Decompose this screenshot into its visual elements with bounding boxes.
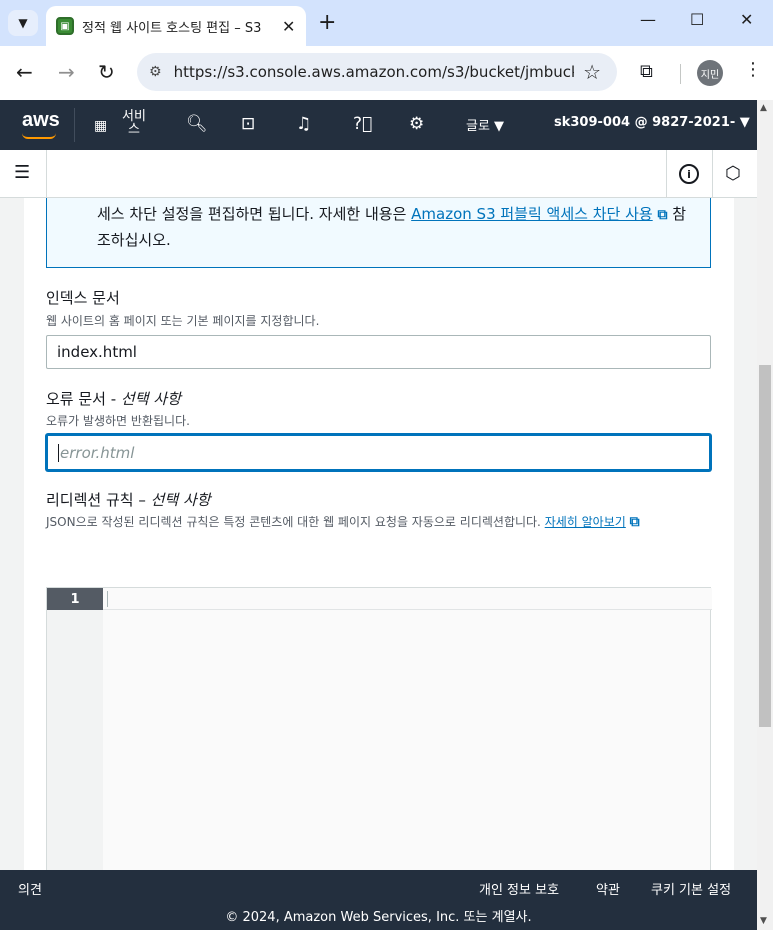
cloudshell-icon[interactable]: ⊡ [241, 114, 255, 134]
index-document-input[interactable]: index.html [46, 335, 711, 369]
header-divider [74, 108, 75, 142]
hexagon-settings-icon[interactable]: ⬡ [725, 163, 741, 184]
site-info-icon[interactable]: ⚙ [149, 64, 162, 80]
feedback-link[interactable]: 의견 [18, 879, 42, 898]
index-document-value: index.html [57, 343, 137, 361]
error-document-description: 오류가 발생하면 반환됩니다. [46, 414, 190, 428]
bookmark-star-icon[interactable]: ☆ [583, 60, 601, 84]
text-caret [58, 443, 59, 462]
tab-title: 정적 웹 사이트 호스팅 편집 – S3 [82, 20, 262, 36]
settings-gear-icon[interactable]: ⚙ [409, 114, 424, 134]
back-arrow-icon[interactable]: ← [16, 60, 33, 84]
index-document-label: 인덱스 문서 [46, 289, 120, 307]
browser-toolbar: ← → ↻ ⚙ https://s3.console.aws.amazon.co… [0, 46, 773, 100]
maximize-icon[interactable]: ☐ [690, 10, 704, 29]
subheader-divider [46, 150, 47, 198]
new-tab-plus-icon[interactable]: + [318, 10, 336, 35]
editor-caret [107, 591, 108, 607]
scroll-down-arrow-icon[interactable]: ▼ [760, 916, 767, 926]
browser-tabstrip: ▼ ▣ 정적 웹 사이트 호스팅 편집 – S3 ✕ + — ☐ ✕ [0, 0, 773, 46]
browser-tab-active[interactable]: ▣ 정적 웹 사이트 호스팅 편집 – S3 ✕ [46, 6, 306, 46]
region-selector[interactable]: 글로 ▼ [466, 115, 504, 134]
editor-line-number: 1 [47, 588, 103, 610]
aws-logo[interactable]: aws [22, 109, 60, 132]
editor-active-line[interactable] [103, 588, 712, 610]
error-document-placeholder: error.html [60, 443, 135, 462]
console-footer: 의견 개인 정보 보호 약관 쿠키 기본 설정 © 2024, Amazon W… [0, 870, 757, 930]
block-public-access-link[interactable]: Amazon S3 퍼블릭 액세스 차단 사용 [411, 205, 653, 223]
services-grid-icon[interactable]: ▦ [94, 118, 107, 134]
redirect-rules-code-editor[interactable]: 1 [46, 587, 712, 870]
aws-console-header: aws ▦ 서비스 🔍︎ ⊡ ♫︎ ?⃝ ⚙ 글로 ▼ sk309-004 @ … [0, 100, 757, 150]
page-scrollbar[interactable]: ▲ ▼ [757, 100, 773, 930]
console-subheader: ☰ i ⬡ [0, 150, 757, 198]
editor-gutter [47, 588, 103, 870]
subheader-divider [666, 150, 667, 198]
redirect-rules-label: 리디렉션 규칙 – 선택 사항 [46, 491, 211, 509]
external-link-icon[interactable]: ⧉ [657, 207, 667, 223]
alert-text: 세스 차단 설정을 편집하면 됩니다. 자세한 내용은 Amazon S3 퍼블… [97, 205, 687, 249]
scrollbar-thumb[interactable] [759, 365, 771, 727]
aws-logo-smile-icon [22, 133, 56, 139]
main-content: 세스 차단 설정을 편집하면 됩니다. 자세한 내용은 Amazon S3 퍼블… [24, 198, 734, 870]
info-alert: 세스 차단 설정을 편집하면 됩니다. 자세한 내용은 Amazon S3 퍼블… [46, 198, 711, 268]
error-document-label: 오류 문서 - 선택 사항 [46, 390, 181, 408]
info-icon[interactable]: i [679, 164, 699, 184]
services-menu-label[interactable]: 서비스 [121, 110, 147, 136]
browser-menu-icon[interactable]: ⋮ [744, 59, 762, 80]
external-link-icon[interactable]: ⧉ [630, 514, 640, 530]
profile-avatar[interactable]: 지민 [697, 60, 723, 86]
redirect-rules-description: JSON으로 작성된 리디렉션 규칙은 특정 콘텐츠에 대한 웹 페이지 요청을… [46, 514, 640, 530]
index-document-description: 웹 사이트의 홈 페이지 또는 기본 페이지를 지정합니다. [46, 314, 320, 328]
subheader-divider [712, 150, 713, 198]
forward-arrow-icon[interactable]: → [58, 60, 75, 84]
privacy-link[interactable]: 개인 정보 보호 [479, 879, 559, 898]
url-text: https://s3.console.aws.amazon.com/s3/buc… [173, 63, 574, 81]
error-document-input[interactable]: error.html [46, 434, 711, 471]
address-bar[interactable]: ⚙ https://s3.console.aws.amazon.com/s3/b… [137, 53, 617, 91]
cookie-preferences-link[interactable]: 쿠키 기본 설정 [651, 879, 731, 898]
window-close-icon[interactable]: ✕ [740, 10, 753, 29]
learn-more-link[interactable]: 자세히 알아보기 [545, 515, 626, 529]
minimize-icon[interactable]: — [640, 10, 656, 29]
toolbar-divider [680, 64, 681, 84]
reload-icon[interactable]: ↻ [98, 60, 115, 84]
s3-favicon-icon: ▣ [56, 17, 74, 35]
notifications-bell-icon[interactable]: ♫︎ [296, 114, 311, 134]
extensions-puzzle-icon[interactable]: ⧉ [640, 61, 653, 82]
hamburger-menu-icon[interactable]: ☰ [14, 162, 30, 183]
tab-search-chevron-icon[interactable]: ▼ [8, 10, 38, 36]
search-icon[interactable]: 🔍︎ [186, 114, 208, 134]
terms-link[interactable]: 약관 [596, 879, 620, 898]
copyright-text: © 2024, Amazon Web Services, Inc. 또는 계열사… [225, 910, 532, 925]
tab-close-icon[interactable]: ✕ [282, 17, 295, 36]
account-menu[interactable]: sk309-004 @ 9827-2021- ▼ [554, 115, 750, 130]
help-icon[interactable]: ?⃝ [353, 114, 372, 134]
scroll-up-arrow-icon[interactable]: ▲ [760, 103, 767, 113]
left-margin [0, 198, 24, 870]
